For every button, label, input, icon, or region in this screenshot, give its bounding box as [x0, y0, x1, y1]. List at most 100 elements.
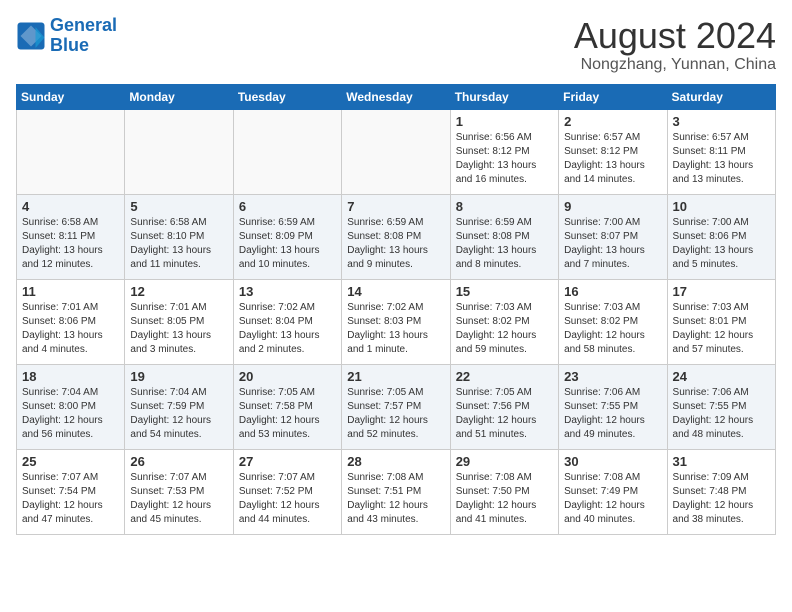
day-info: Sunrise: 7:03 AM Sunset: 8:01 PM Dayligh… [673, 301, 770, 357]
weekday-header-saturday: Saturday [667, 84, 775, 109]
day-number: 14 [347, 284, 444, 299]
calendar-cell [17, 109, 125, 194]
calendar-cell: 24Sunrise: 7:06 AM Sunset: 7:55 PM Dayli… [667, 364, 775, 449]
day-info: Sunrise: 7:03 AM Sunset: 8:02 PM Dayligh… [564, 301, 661, 357]
day-number: 24 [673, 369, 770, 384]
day-info: Sunrise: 7:01 AM Sunset: 8:06 PM Dayligh… [22, 301, 119, 357]
day-info: Sunrise: 6:56 AM Sunset: 8:12 PM Dayligh… [456, 131, 553, 187]
weekday-header-thursday: Thursday [450, 84, 558, 109]
day-number: 28 [347, 454, 444, 469]
calendar-cell: 25 Sunrise: 7:07 AM Sunset: 7:54 PM Dayli… [17, 449, 125, 534]
calendar-cell: 19 Sunrise: 7:04 AM Sunset: 7:59 PM Dayli… [125, 364, 233, 449]
day-info: Sunrise: 7:04 AM Sunset: 7:59 PM Dayligh… [130, 386, 227, 442]
day-info: Sunrise: 6:59 AM Sunset: 8:09 PM Dayligh… [239, 216, 336, 272]
day-number: 21 [347, 369, 444, 384]
day-info: Sunrise: 7:03 AM Sunset: 8:02 PM Dayligh… [456, 301, 553, 357]
day-number: 5 [130, 199, 227, 214]
calendar-cell [233, 109, 341, 194]
calendar-cell: 15Sunrise: 7:03 AM Sunset: 8:02 PM Dayli… [450, 279, 558, 364]
weekday-header-wednesday: Wednesday [342, 84, 450, 109]
calendar-cell: 5 Sunrise: 6:58 AM Sunset: 8:10 PM Daylig… [125, 194, 233, 279]
day-info: Sunrise: 7:02 AM Sunset: 8:04 PM Dayligh… [239, 301, 336, 357]
day-info: Sunrise: 6:57 AM Sunset: 8:11 PM Dayligh… [673, 131, 770, 187]
day-number: 30 [564, 454, 661, 469]
location-subtitle: Nongzhang, Yunnan, China [574, 56, 776, 74]
calendar-cell [125, 109, 233, 194]
day-number: 18 [22, 369, 119, 384]
day-number: 22 [456, 369, 553, 384]
day-number: 7 [347, 199, 444, 214]
day-info: Sunrise: 7:00 AM Sunset: 8:06 PM Dayligh… [673, 216, 770, 272]
logo-line2: Blue [50, 35, 89, 55]
calendar-cell: 9 Sunrise: 7:00 AM Sunset: 8:07 PM Daylig… [559, 194, 667, 279]
day-number: 26 [130, 454, 227, 469]
day-info: Sunrise: 7:05 AM Sunset: 7:58 PM Dayligh… [239, 386, 336, 442]
calendar-cell: 2 Sunrise: 6:57 AM Sunset: 8:12 PM Daylig… [559, 109, 667, 194]
day-number: 29 [456, 454, 553, 469]
day-number: 12 [130, 284, 227, 299]
weekday-header-friday: Friday [559, 84, 667, 109]
calendar-cell: 12 Sunrise: 7:01 AM Sunset: 8:05 PM Dayli… [125, 279, 233, 364]
day-number: 9 [564, 199, 661, 214]
calendar-cell: 8 Sunrise: 6:59 AM Sunset: 8:08 PM Daylig… [450, 194, 558, 279]
day-info: Sunrise: 7:00 AM Sunset: 8:07 PM Dayligh… [564, 216, 661, 272]
calendar-cell [342, 109, 450, 194]
calendar-cell: 20 Sunrise: 7:05 AM Sunset: 7:58 PM Dayli… [233, 364, 341, 449]
weekday-header-row: SundayMondayTuesdayWednesdayThursdayFrid… [17, 84, 776, 109]
day-number: 11 [22, 284, 119, 299]
day-number: 17 [673, 284, 770, 299]
calendar-cell: 27 Sunrise: 7:07 AM Sunset: 7:52 PM Dayli… [233, 449, 341, 534]
page-header: General Blue August 2024 Nongzhang, Yunn… [16, 16, 776, 74]
logo-line1: General [50, 15, 117, 35]
day-info: Sunrise: 7:09 AM Sunset: 7:48 PM Dayligh… [673, 471, 770, 527]
day-info: Sunrise: 7:07 AM Sunset: 7:53 PM Dayligh… [130, 471, 227, 527]
day-number: 27 [239, 454, 336, 469]
day-info: Sunrise: 7:05 AM Sunset: 7:57 PM Dayligh… [347, 386, 444, 442]
day-info: Sunrise: 6:57 AM Sunset: 8:12 PM Dayligh… [564, 131, 661, 187]
calendar-cell: 17 Sunrise: 7:03 AM Sunset: 8:01 PM Dayli… [667, 279, 775, 364]
day-info: Sunrise: 7:05 AM Sunset: 7:56 PM Dayligh… [456, 386, 553, 442]
day-number: 2 [564, 114, 661, 129]
day-number: 3 [673, 114, 770, 129]
day-info: Sunrise: 6:59 AM Sunset: 8:08 PM Dayligh… [347, 216, 444, 272]
calendar-cell: 7 Sunrise: 6:59 AM Sunset: 8:08 PM Daylig… [342, 194, 450, 279]
logo-icon [16, 21, 46, 51]
weekday-header-tuesday: Tuesday [233, 84, 341, 109]
calendar-cell: 26 Sunrise: 7:07 AM Sunset: 7:53 PM Dayli… [125, 449, 233, 534]
calendar-cell: 6Sunrise: 6:59 AM Sunset: 8:09 PM Daylig… [233, 194, 341, 279]
day-number: 4 [22, 199, 119, 214]
day-number: 19 [130, 369, 227, 384]
day-number: 25 [22, 454, 119, 469]
day-number: 1 [456, 114, 553, 129]
weekday-header-monday: Monday [125, 84, 233, 109]
logo-text: General Blue [50, 16, 117, 56]
calendar-cell: 18 Sunrise: 7:04 AM Sunset: 8:00 PM Dayli… [17, 364, 125, 449]
calendar-cell: 1 Sunrise: 6:56 AM Sunset: 8:12 PM Daylig… [450, 109, 558, 194]
day-number: 8 [456, 199, 553, 214]
day-info: Sunrise: 7:04 AM Sunset: 8:00 PM Dayligh… [22, 386, 119, 442]
calendar-cell: 4Sunrise: 6:58 AM Sunset: 8:11 PM Daylig… [17, 194, 125, 279]
day-number: 13 [239, 284, 336, 299]
calendar-cell: 13 Sunrise: 7:02 AM Sunset: 8:04 PM Dayli… [233, 279, 341, 364]
day-number: 20 [239, 369, 336, 384]
calendar-cell: 23Sunrise: 7:06 AM Sunset: 7:55 PM Dayli… [559, 364, 667, 449]
calendar-cell: 22 Sunrise: 7:05 AM Sunset: 7:56 PM Dayli… [450, 364, 558, 449]
day-info: Sunrise: 6:59 AM Sunset: 8:08 PM Dayligh… [456, 216, 553, 272]
day-info: Sunrise: 7:02 AM Sunset: 8:03 PM Dayligh… [347, 301, 444, 357]
day-info: Sunrise: 7:07 AM Sunset: 7:52 PM Dayligh… [239, 471, 336, 527]
day-number: 10 [673, 199, 770, 214]
calendar-cell: 10 Sunrise: 7:00 AM Sunset: 8:06 PM Dayli… [667, 194, 775, 279]
calendar-cell: 11 Sunrise: 7:01 AM Sunset: 8:06 PM Dayli… [17, 279, 125, 364]
day-info: Sunrise: 7:01 AM Sunset: 8:05 PM Dayligh… [130, 301, 227, 357]
calendar-week-2: 4Sunrise: 6:58 AM Sunset: 8:11 PM Daylig… [17, 194, 776, 279]
day-info: Sunrise: 7:07 AM Sunset: 7:54 PM Dayligh… [22, 471, 119, 527]
day-info: Sunrise: 7:08 AM Sunset: 7:51 PM Dayligh… [347, 471, 444, 527]
day-info: Sunrise: 6:58 AM Sunset: 8:10 PM Dayligh… [130, 216, 227, 272]
day-number: 23 [564, 369, 661, 384]
calendar-week-3: 11 Sunrise: 7:01 AM Sunset: 8:06 PM Dayli… [17, 279, 776, 364]
calendar-cell: 16Sunrise: 7:03 AM Sunset: 8:02 PM Dayli… [559, 279, 667, 364]
calendar-week-4: 18 Sunrise: 7:04 AM Sunset: 8:00 PM Dayli… [17, 364, 776, 449]
day-info: Sunrise: 7:08 AM Sunset: 7:49 PM Dayligh… [564, 471, 661, 527]
calendar-cell: 14 Sunrise: 7:02 AM Sunset: 8:03 PM Dayli… [342, 279, 450, 364]
day-info: Sunrise: 7:08 AM Sunset: 7:50 PM Dayligh… [456, 471, 553, 527]
